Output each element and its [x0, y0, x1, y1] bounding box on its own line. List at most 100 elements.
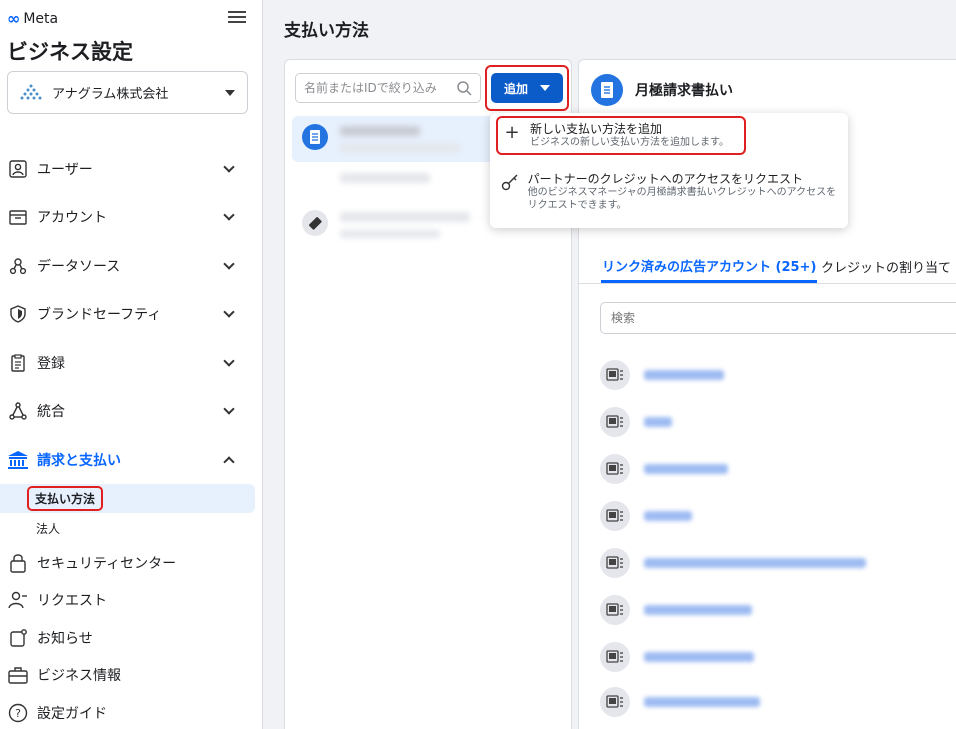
- clipboard-icon: [7, 352, 29, 374]
- tab-linked-ad-accounts[interactable]: リンク済みの広告アカウント (25+): [601, 250, 818, 283]
- sidebar-subitem-legal-entity[interactable]: 法人: [0, 514, 255, 543]
- add-button[interactable]: 追加: [491, 73, 563, 103]
- filter-search-box[interactable]: [295, 73, 481, 103]
- tab-credit-allocation[interactable]: クレジットの割り当て: [821, 250, 951, 283]
- caret-down-icon: [540, 85, 550, 91]
- ad-account-row[interactable]: [600, 407, 672, 437]
- account-search-box[interactable]: [600, 302, 956, 334]
- business-name: アナグラム株式会社: [52, 87, 169, 102]
- sidebar-item-business-info[interactable]: ビジネス情報: [0, 657, 255, 693]
- ad-account-icon: [600, 642, 630, 672]
- person-request-icon: [7, 589, 29, 611]
- invoice-icon: [591, 74, 623, 106]
- users-icon: [7, 158, 29, 180]
- sidebar-item-brand-safety[interactable]: ブランドセーフティ: [0, 296, 255, 332]
- key-icon: [500, 172, 520, 192]
- ad-account-row[interactable]: [600, 642, 754, 672]
- sidebar-subitem-label: 支払い方法: [27, 486, 104, 511]
- caret-down-icon: [225, 89, 235, 96]
- search-icon: [457, 81, 472, 96]
- sidebar-item-label: お知らせ: [37, 631, 93, 647]
- chevron-down-icon: [223, 403, 235, 415]
- menu-item-title: 新しい支払い方法を追加: [530, 122, 663, 136]
- meta-logo[interactable]: ∞ Meta: [7, 9, 58, 28]
- sidebar-item-label: 設定ガイド: [37, 706, 107, 722]
- sidebar-subitem-payment-methods[interactable]: 支払い方法: [0, 484, 255, 513]
- sidebar-item-setup-guide[interactable]: ? 設定ガイド: [0, 695, 255, 729]
- sidebar-item-label: ビジネス情報: [37, 668, 121, 684]
- ad-account-icon: [600, 548, 630, 578]
- redacted-text: [340, 126, 420, 136]
- ad-account-row[interactable]: [600, 687, 760, 717]
- detail-header: 月極請求書払い: [591, 74, 733, 106]
- sidebar-item-label: セキュリティセンター: [37, 556, 177, 572]
- ad-account-row[interactable]: [600, 454, 728, 484]
- sidebar-item-registration[interactable]: 登録: [0, 345, 255, 381]
- menu-item-add-payment-method[interactable]: + 新しい支払い方法を追加 ビジネスの新しい支払い方法を追加します。: [496, 116, 746, 155]
- sidebar-item-data-sources[interactable]: データソース: [0, 248, 255, 284]
- sidebar-item-label: ブランドセーフティ: [37, 307, 162, 323]
- sidebar-item-label: アカウント: [37, 210, 107, 226]
- ad-account-icon: [600, 687, 630, 717]
- sidebar-item-integrations[interactable]: 統合: [0, 393, 255, 429]
- briefcase-icon: [7, 664, 29, 686]
- app-root: ∞ Meta ビジネス設定 アナグラム株式会社 ユーザー アカウント データソー…: [0, 0, 956, 729]
- integrations-icon: [7, 400, 29, 422]
- sidebar: ∞ Meta ビジネス設定 アナグラム株式会社 ユーザー アカウント データソー…: [0, 0, 263, 729]
- business-selector[interactable]: アナグラム株式会社: [7, 71, 248, 114]
- menu-item-request-partner-credit[interactable]: パートナーのクレジットへのアクセスをリクエスト 他のビジネスマネージャの月極請求…: [496, 168, 844, 216]
- ad-account-row[interactable]: [600, 360, 724, 390]
- redacted-text: [644, 652, 754, 662]
- ad-account-row[interactable]: [600, 548, 866, 578]
- page-title: 支払い方法: [284, 21, 369, 41]
- redacted-text: [644, 605, 752, 615]
- ad-account-icon: [600, 595, 630, 625]
- filter-search-input[interactable]: [304, 81, 454, 95]
- help-icon: ?: [7, 702, 29, 724]
- account-search-input[interactable]: [611, 311, 911, 325]
- bank-icon: [7, 449, 29, 471]
- invoice-icon: [302, 124, 328, 150]
- ad-account-icon: [600, 360, 630, 390]
- sidebar-item-label: リクエスト: [37, 593, 107, 609]
- chevron-down-icon: [223, 355, 235, 367]
- app-title: ビジネス設定: [7, 40, 133, 64]
- redacted-text: [644, 370, 724, 380]
- redacted-text: [644, 464, 728, 474]
- sidebar-item-security-center[interactable]: セキュリティセンター: [0, 545, 255, 581]
- sidebar-item-label: データソース: [37, 259, 121, 275]
- sidebar-item-label: 登録: [37, 356, 65, 372]
- credit-card-icon: [302, 210, 328, 236]
- ad-account-icon: [600, 454, 630, 484]
- redacted-text: [340, 144, 460, 152]
- svg-text:?: ?: [15, 707, 21, 720]
- menu-item-title: パートナーのクレジットへのアクセスをリクエスト: [527, 172, 804, 186]
- sidebar-item-label: ユーザー: [37, 162, 93, 178]
- redacted-text: [340, 212, 470, 222]
- sidebar-item-requests[interactable]: リクエスト: [0, 582, 255, 618]
- sidebar-subitem-label: 法人: [36, 522, 61, 536]
- ad-account-icon: [600, 407, 630, 437]
- detail-tabs: リンク済みの広告アカウント (25+) クレジットの割り当て: [579, 250, 956, 284]
- sidebar-item-accounts[interactable]: アカウント: [0, 199, 255, 235]
- ad-account-row[interactable]: [600, 501, 692, 531]
- sidebar-item-notifications[interactable]: お知らせ: [0, 620, 255, 656]
- menu-icon[interactable]: [228, 8, 246, 26]
- ad-account-row[interactable]: [600, 595, 752, 625]
- add-button-label: 追加: [503, 81, 528, 96]
- lock-icon: [7, 552, 29, 574]
- notification-icon: [7, 627, 29, 649]
- redacted-text: [340, 173, 430, 183]
- sidebar-item-users[interactable]: ユーザー: [0, 151, 255, 187]
- sidebar-item-billing[interactable]: 請求と支払い: [0, 442, 255, 478]
- chevron-down-icon: [223, 258, 235, 270]
- meta-logo-text: Meta: [23, 10, 59, 27]
- add-dropdown-menu: + 新しい支払い方法を追加 ビジネスの新しい支払い方法を追加します。 パートナー…: [490, 113, 848, 228]
- redacted-text: [340, 230, 440, 238]
- redacted-text: [644, 558, 866, 568]
- chevron-down-icon: [223, 209, 235, 221]
- menu-item-description: ビジネスの新しい支払い方法を追加します。: [530, 137, 729, 148]
- business-logo-icon: [20, 82, 42, 104]
- accounts-icon: [7, 206, 29, 228]
- chevron-up-icon: [223, 456, 235, 468]
